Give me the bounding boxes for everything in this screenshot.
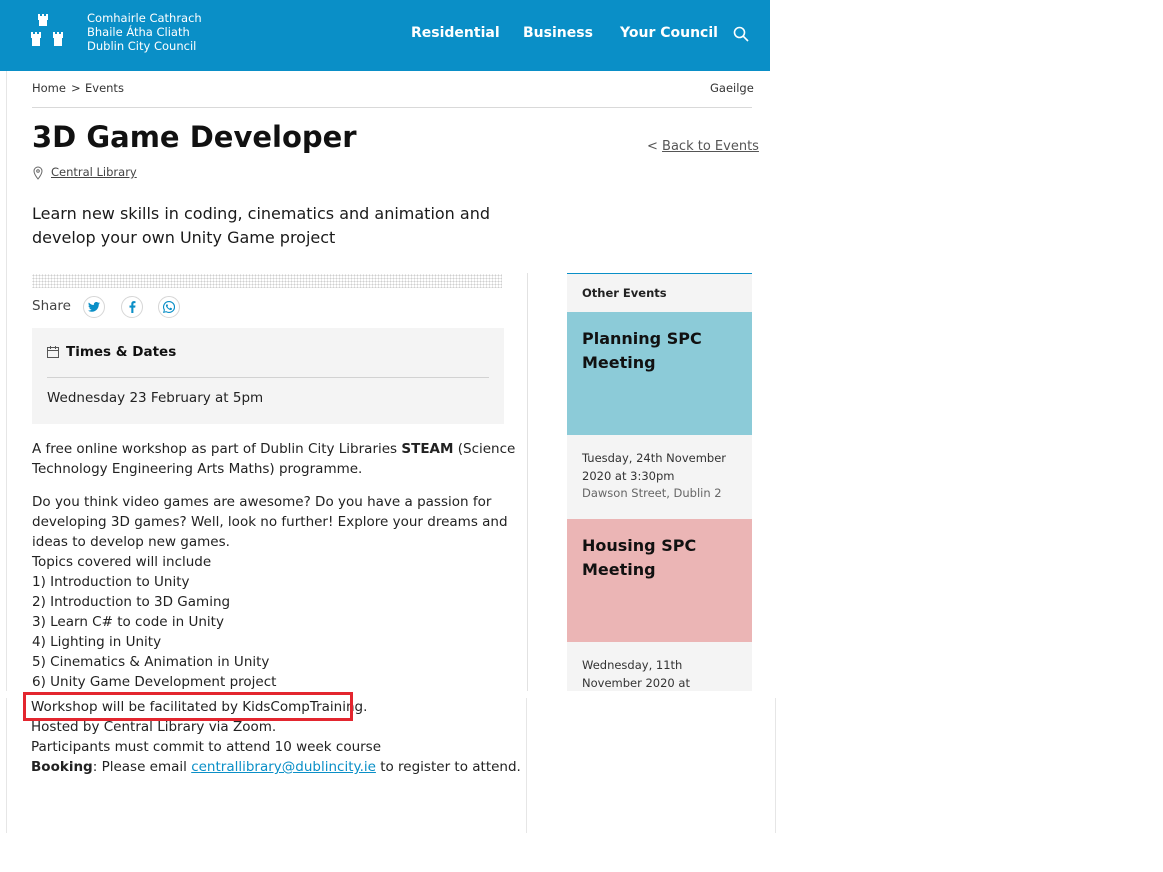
twitter-icon [88,302,100,312]
steam-keyword: STEAM [401,441,454,457]
booking-text-b: to register to attend. [375,759,521,775]
intro-line-2: develop your own Unity Game project [32,228,336,247]
booking-text-a: : Please email [92,759,192,775]
logo-line-irish-1: Comhairle Cathrach [87,11,202,25]
event-card-title[interactable]: Housing SPC Meeting [582,534,742,582]
p2-line: ideas to develop new games. [32,534,230,550]
breadcrumb-home[interactable]: Home [32,81,66,95]
facebook-icon [129,301,135,313]
card-title-line: Housing SPC [582,536,697,555]
highlight-annotation-box [23,692,353,721]
times-dates-heading: Times & Dates [66,344,177,360]
booking-line: Booking: Please email centrallibrary@dub… [31,757,521,777]
topic-item: 1) Introduction to Unity [32,574,190,590]
topic-item: 4) Lighting in Unity [32,634,162,650]
lower-mid-line [526,698,527,833]
lower-left-line [6,698,7,833]
card-title-line: Meeting [582,560,656,579]
p2-line: Topics covered will include [32,554,212,570]
p1-line-1: A free online workshop as part of Dublin… [32,439,515,459]
left-gutter-line [6,71,7,691]
share-label: Share [32,298,71,314]
whatsapp-icon [163,301,175,313]
back-to-events-label: Back to Events [662,139,759,154]
language-toggle[interactable]: Gaeilge [710,81,754,95]
event-card-date: Wednesday, 11th November 2020 at [582,656,742,692]
other-events-heading: Other Events [582,286,667,300]
share-twitter-button[interactable] [83,296,105,318]
nav-business[interactable]: Business [523,25,593,41]
dotted-divider [32,274,502,288]
back-to-events-link[interactable]: < Back to Events [647,139,759,154]
logo-line-irish-2: Bhaile Átha Cliath [87,25,190,39]
times-divider [47,377,489,378]
event-card-date: Tuesday, 24th November 2020 at 3:30pm [582,449,742,485]
council-name[interactable]: Comhairle Cathrach Bhaile Átha Cliath Du… [87,11,202,53]
castles-logo-icon[interactable] [30,12,70,52]
logo-line-english: Dublin City Council [87,39,197,53]
breadcrumb-separator: > [71,81,81,95]
calendar-icon [47,346,59,358]
event-card-location: Dawson Street, Dublin 2 [582,486,722,500]
location-link[interactable]: Central Library [51,165,137,179]
event-intro: Learn new skills in coding, cinematics a… [32,202,512,250]
back-chevron: < [647,139,658,154]
breadcrumb-divider [32,107,752,108]
card-title-line: Meeting [582,353,656,372]
search-icon[interactable] [733,26,749,42]
page-title: 3D Game Developer [32,120,357,154]
location-pin-icon [33,166,43,180]
breadcrumb-current[interactable]: Events [85,81,124,95]
commitment-line: Participants must commit to attend 10 we… [31,739,382,755]
description-paragraph-2: Do you think video games are awesome? Do… [32,492,508,692]
topic-item: 6) Unity Game Development project [32,674,277,690]
card-date-line: Wednesday, 11th [582,658,683,672]
p2-line: developing 3D games? Well, look no furth… [32,514,508,530]
p1-text-b: (Science [453,441,516,457]
card-date-line: November 2020 at [582,676,690,690]
event-card-title[interactable]: Planning SPC Meeting [582,327,742,375]
card-title-line: Planning SPC [582,329,702,348]
topic-item: 2) Introduction to 3D Gaming [32,594,231,610]
p1-line-2: Technology Engineering Arts Maths) progr… [32,461,363,477]
p1-text-a: A free online workshop as part of Dublin… [32,441,402,457]
topic-item: 3) Learn C# to code in Unity [32,614,224,630]
booking-email-link[interactable]: centrallibrary@dublincity.ie [191,759,376,775]
lower-right-line [775,698,776,833]
topic-item: 5) Cinematics & Animation in Unity [32,654,270,670]
times-dates-panel [32,328,504,424]
description-paragraph-1: A free online workshop as part of Dublin… [32,439,515,479]
share-whatsapp-button[interactable] [158,296,180,318]
event-datetime: Wednesday 23 February at 5pm [47,390,264,406]
booking-label: Booking [31,759,93,775]
nav-residential[interactable]: Residential [411,25,500,41]
intro-line-1: Learn new skills in coding, cinematics a… [32,204,491,223]
content-sidebar-divider [527,273,528,691]
share-facebook-button[interactable] [121,296,143,318]
card-date-line: Tuesday, 24th November [582,451,727,465]
card-date-line: 2020 at 3:30pm [582,469,675,483]
nav-your-council[interactable]: Your Council [620,25,718,41]
p2-line: Do you think video games are awesome? Do… [32,494,492,510]
